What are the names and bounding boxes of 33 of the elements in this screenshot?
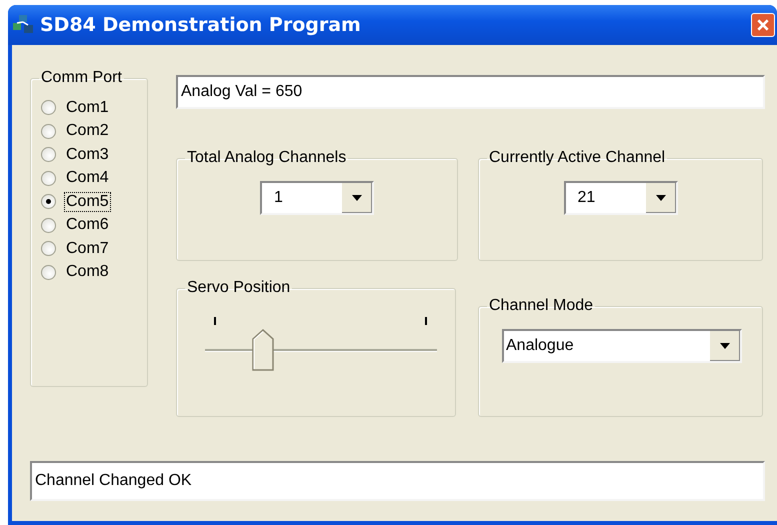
dropdown[interactable]: 1	[260, 181, 374, 215]
radio-label[interactable]: Com6	[64, 215, 111, 236]
radio-button[interactable]	[41, 218, 56, 233]
radio-button[interactable]	[41, 147, 56, 162]
radio-label[interactable]: Com5	[64, 192, 111, 212]
slider-thumb[interactable]	[252, 329, 274, 371]
tick-mark	[214, 317, 216, 325]
radio-label[interactable]: Com4	[64, 168, 111, 188]
radio-label[interactable]: Com3	[64, 144, 111, 165]
dropdown[interactable]: 21	[564, 181, 678, 215]
close-icon	[756, 18, 770, 32]
radio-button[interactable]	[41, 241, 56, 256]
radio-label[interactable]: Com7	[64, 238, 111, 259]
group-label: Currently Active Channel	[488, 149, 666, 167]
tick-mark	[425, 317, 428, 325]
radio-label[interactable]: Com2	[64, 121, 111, 142]
radio-label[interactable]: Com1	[64, 98, 111, 118]
radio-label[interactable]: Com8	[64, 262, 111, 282]
analog-value-field[interactable]: Analog Val = 650	[176, 75, 765, 109]
radio-button[interactable]	[41, 124, 56, 139]
close-button[interactable]	[751, 13, 775, 37]
dropdown[interactable]: Analogue	[502, 329, 742, 363]
radio-button[interactable]	[41, 264, 56, 280]
window-title: SD84 Demonstration Program	[40, 14, 362, 36]
group-label: Total Analog Channels	[186, 149, 348, 167]
group-label: Comm Port	[40, 69, 123, 87]
radio-button[interactable]	[41, 194, 56, 210]
radio-button[interactable]	[41, 170, 56, 186]
group-label: Channel Mode	[488, 297, 594, 315]
group-label: Servo Position	[186, 279, 292, 297]
radio-button[interactable]	[41, 100, 56, 116]
app-icon	[12, 14, 34, 36]
status-field[interactable]: Channel Changed OK	[30, 461, 765, 501]
